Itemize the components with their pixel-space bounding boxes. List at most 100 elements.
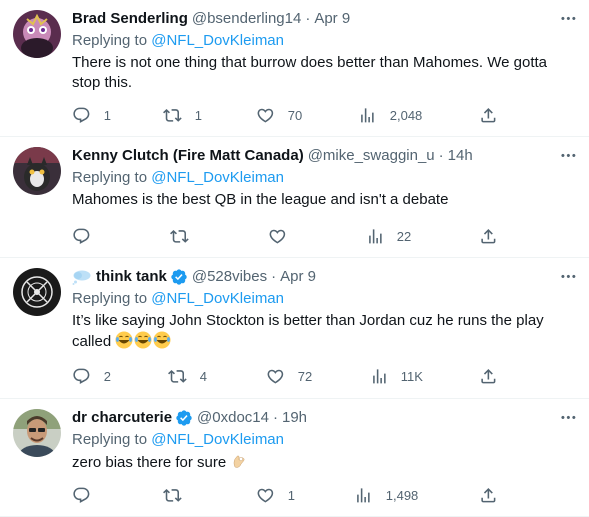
avatar[interactable]: [13, 409, 61, 457]
repost-count: 1: [194, 107, 202, 123]
share-button[interactable]: [479, 227, 498, 246]
repost-button[interactable]: 4: [168, 367, 207, 386]
display-name[interactable]: Brad Senderling: [72, 9, 188, 29]
display-name[interactable]: dr charcuterie: [72, 408, 172, 428]
reply-button[interactable]: 2: [72, 367, 111, 386]
replying-to: Replying to @NFL_DovKleiman: [72, 289, 573, 309]
views-icon: [358, 106, 377, 125]
tweet[interactable]: think tank @528vibes · Apr 9 Replying to…: [0, 258, 589, 399]
like-count: 70: [287, 107, 303, 123]
tweet-text-line-last: called: [72, 331, 573, 352]
repost-icon: [163, 106, 182, 125]
repost-button[interactable]: 1: [163, 106, 202, 125]
reply-button[interactable]: [72, 227, 91, 246]
like-icon: [256, 486, 275, 505]
more-icon[interactable]: [557, 8, 579, 28]
like-button[interactable]: [268, 227, 287, 246]
user-handle[interactable]: @528vibes: [192, 267, 267, 287]
views-icon: [370, 367, 389, 386]
more-icon[interactable]: [557, 407, 579, 427]
reply-icon: [72, 106, 91, 125]
ok-hand-emoji-icon: [230, 452, 248, 470]
avatar[interactable]: [13, 268, 61, 316]
tweet-text: Mahomes is the best QB in the league and…: [72, 190, 573, 210]
replying-to-handle[interactable]: @NFL_DovKleiman: [151, 32, 284, 49]
action-bar: 1 1,498: [72, 486, 502, 506]
share-icon: [479, 106, 498, 125]
views-button[interactable]: 2,048: [358, 106, 422, 125]
tweet-text-line: zero bias there for sure: [72, 454, 227, 471]
user-handle[interactable]: @bsenderling14: [192, 9, 301, 29]
timestamp[interactable]: Apr 9: [280, 267, 316, 287]
display-name[interactable]: Kenny Clutch (Fire Matt Canada): [72, 146, 304, 166]
replying-to-handle[interactable]: @NFL_DovKleiman: [151, 290, 284, 307]
replying-to-handle[interactable]: @NFL_DovKleiman: [151, 431, 284, 448]
tweet-text-line-last: zero bias there for sure: [72, 452, 573, 473]
view-count: 1,498: [385, 487, 419, 503]
timestamp[interactable]: Apr 9: [314, 9, 350, 29]
share-icon: [479, 367, 498, 386]
share-button[interactable]: [479, 367, 498, 386]
action-bar: 2 4 72 11K: [72, 367, 502, 387]
verified-icon[interactable]: [170, 268, 188, 286]
replying-to: Replying to @NFL_DovKleiman: [72, 168, 573, 188]
user-handle[interactable]: @0xdoc14: [197, 408, 269, 428]
views-icon: [366, 227, 385, 246]
tweet-text-line: There is not one thing that burrow does …: [72, 54, 547, 71]
display-name[interactable]: think tank: [96, 267, 167, 287]
reply-count: 1: [103, 107, 111, 123]
repost-count: 4: [199, 368, 207, 384]
tweet[interactable]: Brad Senderling @bsenderling14 · Apr 9 R…: [0, 0, 589, 137]
view-count: 22: [396, 228, 412, 244]
like-button[interactable]: 70: [256, 106, 302, 125]
replying-to-label: Replying to: [72, 431, 152, 448]
replying-to-label: Replying to: [72, 32, 152, 49]
tweet[interactable]: dr charcuterie @0xdoc14 · 19h Replying t…: [0, 399, 589, 517]
replying-to-label: Replying to: [72, 290, 152, 307]
like-button[interactable]: 72: [266, 367, 312, 386]
separator-dot: ·: [305, 10, 311, 27]
tweet-text: There is not one thing that burrow does …: [72, 53, 573, 93]
views-button[interactable]: 11K: [370, 367, 423, 386]
replying-to: Replying to @NFL_DovKleiman: [72, 31, 573, 51]
thought-cloud-icon: [72, 269, 92, 285]
share-icon: [479, 486, 498, 505]
repost-icon: [163, 486, 182, 505]
like-button[interactable]: 1: [256, 486, 295, 505]
reply-button[interactable]: 1: [72, 106, 111, 125]
verified-icon[interactable]: [175, 409, 193, 427]
view-count: 2,048: [389, 107, 423, 123]
separator-dot: ·: [273, 409, 278, 426]
tweet-text-word: called: [72, 333, 112, 350]
views-button[interactable]: 1,498: [354, 486, 418, 505]
repost-icon: [170, 227, 189, 246]
share-button[interactable]: [479, 106, 498, 125]
views-button[interactable]: 22: [366, 227, 411, 246]
laughing-emoji-icon: [134, 331, 152, 349]
reply-button[interactable]: [72, 486, 91, 505]
view-count: 11K: [400, 368, 423, 384]
more-icon[interactable]: [557, 145, 579, 165]
laughing-emoji-icon: [115, 331, 133, 349]
tweet-text: It’s like saying John Stockton is better…: [72, 311, 573, 352]
action-bar: 22: [72, 227, 502, 247]
tweet-text-line: Mahomes is the best QB in the league and…: [72, 191, 449, 208]
repost-button[interactable]: [163, 486, 182, 505]
avatar[interactable]: [13, 147, 61, 195]
user-handle[interactable]: @mike_swaggin_u: [308, 146, 435, 166]
replying-to-handle[interactable]: @NFL_DovKleiman: [151, 169, 284, 186]
like-count: 1: [287, 487, 295, 503]
more-icon[interactable]: [557, 266, 579, 286]
tweet-text-line: It’s like saying John Stockton is better…: [72, 312, 544, 329]
tweet[interactable]: Kenny Clutch (Fire Matt Canada) @mike_sw…: [0, 137, 589, 258]
reply-icon: [72, 486, 91, 505]
repost-icon: [168, 367, 187, 386]
avatar[interactable]: [13, 10, 61, 58]
timestamp[interactable]: 19h: [282, 408, 307, 428]
replying-to: Replying to @NFL_DovKleiman: [72, 430, 573, 450]
like-count: 72: [297, 368, 313, 384]
reply-count: 2: [103, 368, 111, 384]
timestamp[interactable]: 14h: [448, 146, 473, 166]
share-button[interactable]: [479, 486, 498, 505]
repost-button[interactable]: [170, 227, 189, 246]
